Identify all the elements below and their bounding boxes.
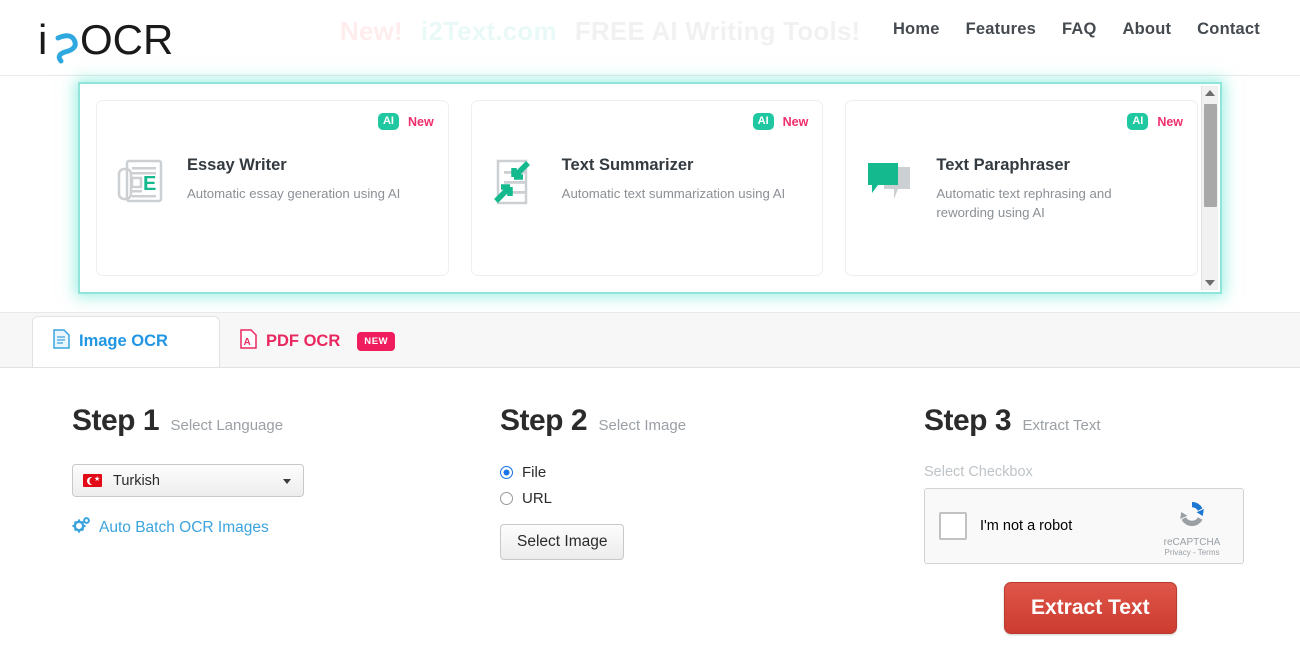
ai-badge: AI (1127, 113, 1149, 130)
nav-item-home[interactable]: Home (893, 20, 940, 39)
card-badges: AI New (1127, 113, 1183, 130)
promo-carousel: AI New E Essay Writer Automatic essay ge… (78, 82, 1222, 294)
card-title: Text Summarizer (561, 156, 694, 174)
language-select[interactable]: Turkish (72, 464, 304, 497)
ocr-tab-bar: Image OCR A PDF OCR NEW (0, 313, 1300, 367)
step-2-column: Step 2 Select Image File URL Select Imag… (448, 404, 876, 658)
recaptcha-brand-name: reCAPTCHA (1163, 537, 1221, 548)
card-title: Essay Writer (187, 156, 287, 174)
step-1-subtitle: Select Language (170, 417, 284, 434)
radio-file-label: File (522, 464, 547, 481)
main-navigation: Home Features FAQ About Contact (893, 20, 1260, 39)
scroll-down-arrow-icon[interactable] (1205, 280, 1215, 286)
step-3-column: Step 3 Extract Text Select Checkbox I'm … (876, 404, 1300, 658)
svg-text:OCR: OCR (80, 16, 173, 63)
radio-url-input[interactable] (500, 492, 513, 505)
step-3-number: Step 3 (924, 404, 1012, 437)
tab-new-badge: NEW (357, 332, 396, 351)
svg-text:i: i (38, 16, 47, 63)
promo-carousel-track: AI New E Essay Writer Automatic essay ge… (80, 84, 1220, 292)
ocr-section: Image OCR A PDF OCR NEW Step 1 Select La… (0, 312, 1300, 658)
promo-site-label: i2Text.com (420, 16, 557, 46)
radio-option-file[interactable]: File (500, 464, 876, 481)
promo-card-text-summarizer[interactable]: AI New Text Summarizer Automatic text su… (470, 100, 824, 276)
recaptcha-label: I'm not a robot (980, 518, 1073, 534)
nav-item-about[interactable]: About (1123, 20, 1172, 39)
promo-card-essay-writer[interactable]: AI New E Essay Writer Automatic essay ge… (96, 100, 449, 276)
promo-card-text-paraphraser[interactable]: AI New Text Paraphraser Automatic text r… (845, 100, 1199, 276)
step-1-number: Step 1 (72, 404, 160, 437)
radio-file-input[interactable] (500, 466, 513, 479)
new-badge: New (1157, 114, 1184, 129)
card-title: Text Paraphraser (936, 156, 1070, 174)
promo-rest-label: FREE AI Writing Tools! (574, 16, 861, 46)
scroll-up-arrow-icon[interactable] (1205, 90, 1215, 96)
select-image-button[interactable]: Select Image (500, 524, 625, 560)
gears-icon (72, 516, 91, 539)
radio-option-url[interactable]: URL (500, 490, 876, 507)
card-badges: AI New (752, 113, 809, 130)
recaptcha-widget[interactable]: I'm not a robot reCAPTCHA Privacy - Term… (924, 488, 1244, 564)
pdf-icon: A (240, 329, 257, 354)
card-description: Automatic text summarization using AI (561, 186, 786, 201)
card-badges: AI New (377, 113, 434, 130)
turkish-flag-icon (83, 473, 102, 487)
nav-item-contact[interactable]: Contact (1197, 20, 1260, 39)
promo-banner: New! i2Text.com FREE AI Writing Tools! (340, 16, 860, 47)
promo-new-label: New! (340, 16, 403, 46)
recaptcha-checkbox[interactable] (939, 512, 967, 540)
step-3-subtitle: Extract Text (1022, 417, 1101, 434)
select-checkbox-label: Select Checkbox (924, 464, 1033, 480)
document-icon (53, 329, 70, 354)
scrollbar-thumb[interactable] (1203, 104, 1217, 207)
auto-batch-ocr-label: Auto Batch OCR Images (99, 518, 269, 536)
tab-image-ocr[interactable]: Image OCR (32, 316, 220, 367)
tab-label: Image OCR (79, 332, 168, 350)
new-badge: New (407, 114, 434, 129)
step-2-number: Step 2 (500, 404, 588, 437)
site-logo[interactable]: i OCR (36, 10, 176, 66)
nav-item-features[interactable]: Features (966, 20, 1036, 39)
tab-pdf-ocr[interactable]: A PDF OCR NEW (220, 317, 421, 367)
tab-label: PDF OCR (266, 332, 341, 350)
step-3-heading: Step 3 Extract Text (924, 404, 1300, 438)
recaptcha-logo-icon (1180, 502, 1204, 526)
card-description: Automatic text rephrasing and rewording … (936, 186, 1112, 221)
speech-bubbles-icon (862, 153, 920, 213)
ai-badge: AI (377, 113, 399, 130)
ai-badge: AI (752, 113, 774, 130)
step-1-column: Step 1 Select Language Turkish Auto Batc… (0, 404, 448, 658)
new-badge: New (782, 114, 809, 129)
carousel-scrollbar[interactable] (1201, 86, 1218, 290)
language-select-value: Turkish (113, 472, 160, 489)
nav-item-faq[interactable]: FAQ (1062, 20, 1097, 39)
ocr-steps-panel: Step 1 Select Language Turkish Auto Batc… (0, 367, 1300, 658)
document-arrows-icon (488, 153, 546, 213)
site-header: i OCR New! i2Text.com FREE AI Writing Tool… (0, 0, 1300, 76)
card-description: Automatic essay generation using AI (187, 186, 401, 201)
step-1-heading: Step 1 Select Language (72, 404, 448, 438)
i2ocr-logo-icon: i OCR (38, 16, 173, 63)
auto-batch-ocr-link[interactable]: Auto Batch OCR Images (72, 516, 448, 539)
svg-text:E: E (143, 173, 156, 195)
chevron-down-icon (283, 479, 291, 484)
step-2-heading: Step 2 Select Image (500, 404, 876, 438)
step-2-subtitle: Select Image (598, 417, 687, 434)
newspaper-e-icon: E (113, 153, 171, 213)
svg-text:A: A (244, 337, 251, 348)
radio-url-label: URL (522, 490, 553, 507)
extract-text-button[interactable]: Extract Text (1004, 582, 1177, 634)
recaptcha-branding: reCAPTCHA Privacy - Terms (1153, 497, 1231, 557)
recaptcha-legal-links[interactable]: Privacy - Terms (1153, 548, 1231, 557)
